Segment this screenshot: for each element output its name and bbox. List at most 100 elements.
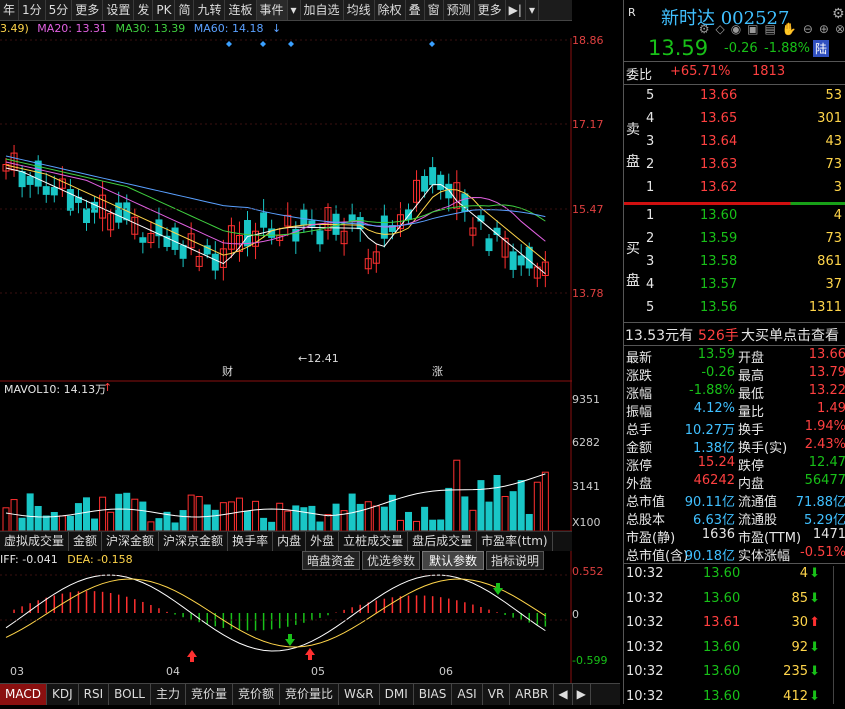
quote-label: 涨幅 [626,387,653,402]
event-diamond-icon[interactable] [260,41,266,47]
macd-dea-line [5,578,546,648]
event-diamond-icon[interactable] [288,41,294,47]
big-order-row[interactable]: 13.53元有 526手 大买单点击查看 [624,325,845,345]
indicator-help-button[interactable]: 指标说明 [486,551,545,570]
volume-tab[interactable]: 内盘 [273,532,307,551]
toolbar-item[interactable]: 加自选 [301,0,344,20]
toolbar-item[interactable]: 更多 [475,0,506,20]
tick-time: 10:32 [626,639,664,655]
event-diamond-icon[interactable] [429,41,435,47]
tick-volume: 235 [783,664,808,679]
candle-body [525,246,533,269]
tick-time: 10:32 [626,566,664,581]
ask-volume: 301 [817,111,842,126]
indicator-tab[interactable]: 竞价量 [186,684,234,705]
indicator-tab[interactable]: KDJ [47,684,79,705]
toolbar-item[interactable]: 叠 [406,0,425,20]
ask-level: 3 [646,134,655,149]
indicator-tab[interactable]: 竞价额 [233,684,281,705]
toolbar-item[interactable]: 5分 [46,0,73,20]
tick-row: 10:32 13.60 92 ⬇ [624,640,845,660]
volume-bar [324,514,332,532]
quote-label: 最新 [626,351,653,366]
ma-more-arrow-icon[interactable]: ↓ [272,22,281,35]
volume-tab[interactable]: 盘后成交量 [408,532,478,551]
toolbar-item[interactable]: PK [153,0,176,20]
optimal-params-button[interactable]: 优选参数 [362,551,421,570]
volume-bar [364,501,372,532]
toolbar-item[interactable]: ▾ [288,0,301,20]
tick-volume: 92 [791,639,808,655]
bid-level: 3 [646,254,655,269]
quote-row: 金额 1.38亿 换手(实) 2.43% [624,437,845,456]
toolbar-item[interactable]: 更多 [72,0,104,20]
quote-label: 换手 [738,423,765,438]
bid-row: 2 13.59 73 [624,231,845,251]
volume-tab[interactable]: 沪深京金额 [159,532,229,551]
toolbar-item[interactable]: 事件 [256,0,288,20]
indicator-tab[interactable]: W&R [339,684,380,705]
toolbar-item[interactable]: 发 [134,0,154,20]
low-price-marker: ←12.41 [298,352,339,365]
ask-row: 1 13.62 3 [624,180,845,200]
indicator-tab[interactable]: DMI [380,684,414,705]
volume-bar [413,520,421,532]
quote-value: 15.24 [697,455,735,470]
toolbar-item[interactable]: 九转 [194,0,226,20]
indicator-tab[interactable]: MACD [0,684,47,705]
volume-tab[interactable]: 虚拟成交量 [0,532,70,551]
volume-tab[interactable]: 沪深金额 [102,532,160,551]
dark-fund-button[interactable]: 暗盘资金 [302,551,361,570]
indicator-tab[interactable]: 竞价量比 [280,684,340,705]
tabs-next-icon[interactable]: ▶ [573,684,591,705]
macd-axis-label: -0.599 [572,654,608,667]
price-change-pct: -1.88% [764,41,810,56]
quote-value: 71.88亿 [795,495,845,510]
indicator-tab[interactable]: ARBR [510,684,555,705]
settings-icon[interactable]: ⚙ [832,6,845,22]
toolbar-item[interactable]: 年 [0,0,20,20]
indicator-tab[interactable]: BOLL [109,684,151,705]
indicator-tab[interactable]: BIAS [414,684,453,705]
tabs-prev-icon[interactable]: ◀ [554,684,573,705]
volume-bar [525,513,533,532]
indicator-tab[interactable]: ASI [452,684,483,705]
volume-bar [66,515,74,532]
volume-bar [332,503,340,532]
toolbar-item[interactable]: 除权 [375,0,406,20]
volume-tab[interactable]: 金额 [69,532,103,551]
volume-tab[interactable]: 换手率 [228,532,274,551]
candle-body [244,220,251,247]
big-order-link[interactable]: 大买单点击查看 [741,325,839,345]
toolbar-item[interactable]: 1分 [19,0,46,20]
volume-tab[interactable]: 立桩成交量 [339,532,409,551]
toolbar-item[interactable]: 设置 [103,0,135,20]
indicator-tab[interactable]: 主力 [151,684,186,705]
toolbar-item[interactable]: 窗 [425,0,444,20]
event-tag-limit[interactable]: 涨 [432,363,443,379]
default-params-button[interactable]: 默认参数 [422,551,485,570]
volume-axis-label: X100 [572,516,601,529]
volume-bar [509,491,517,532]
tick-time: 10:32 [626,590,664,606]
toolbar-item[interactable]: 均线 [344,0,375,20]
volume-bar [292,505,300,532]
weibi-value: +65.71% [670,64,731,79]
toolbar-item[interactable]: 连板 [225,0,257,20]
toolbar-item[interactable]: ▾ [526,0,539,20]
volume-tab[interactable]: 市盈率(ttm) [477,532,553,551]
tick-time: 10:32 [626,688,664,704]
candle-body [437,174,445,190]
indicator-tab[interactable]: VR [483,684,511,705]
toolbar-item[interactable]: 简 [175,0,195,20]
indicator-tab[interactable]: RSI [79,684,110,705]
volume-tab[interactable]: 外盘 [306,532,340,551]
price-axis-label: 15.47 [572,203,604,216]
quote-row: 总股本 6.63亿 流通股 5.29亿 [624,509,845,528]
toolbar-item[interactable]: ▶| [506,0,526,20]
toolbar-item[interactable]: 预测 [444,0,475,20]
tick-scroll-column[interactable] [833,566,845,704]
event-tag-report[interactable]: 财 [222,363,233,379]
event-diamond-icon[interactable] [226,41,232,47]
kline-chart-area[interactable] [0,38,572,683]
